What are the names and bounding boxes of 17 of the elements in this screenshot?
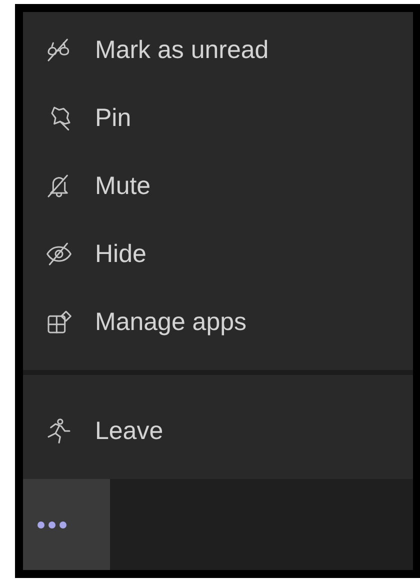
- menu-item-label: Manage apps: [95, 308, 247, 336]
- menu-item-label: Mark as unread: [95, 36, 269, 64]
- menu-item-label: Mute: [95, 172, 151, 200]
- ellipsis-icon: [37, 520, 67, 528]
- menu-item-label: Leave: [95, 416, 164, 446]
- menu-item[interactable]: Manage apps: [23, 288, 413, 356]
- menu-item[interactable]: Hide: [23, 220, 413, 288]
- eye-slash-icon: [45, 240, 73, 268]
- more-options-button[interactable]: [23, 479, 110, 570]
- menu-item-label: Hide: [95, 240, 146, 268]
- menu-item[interactable]: Mark as unread: [23, 16, 413, 84]
- menu-item[interactable]: Pin: [23, 84, 413, 152]
- menu-item-label: Pin: [95, 104, 132, 132]
- app-grid-icon: [45, 308, 73, 336]
- menu-item[interactable]: Leave: [23, 397, 413, 465]
- running-figure-icon: [45, 417, 73, 445]
- menu-item[interactable]: Mute: [23, 152, 413, 220]
